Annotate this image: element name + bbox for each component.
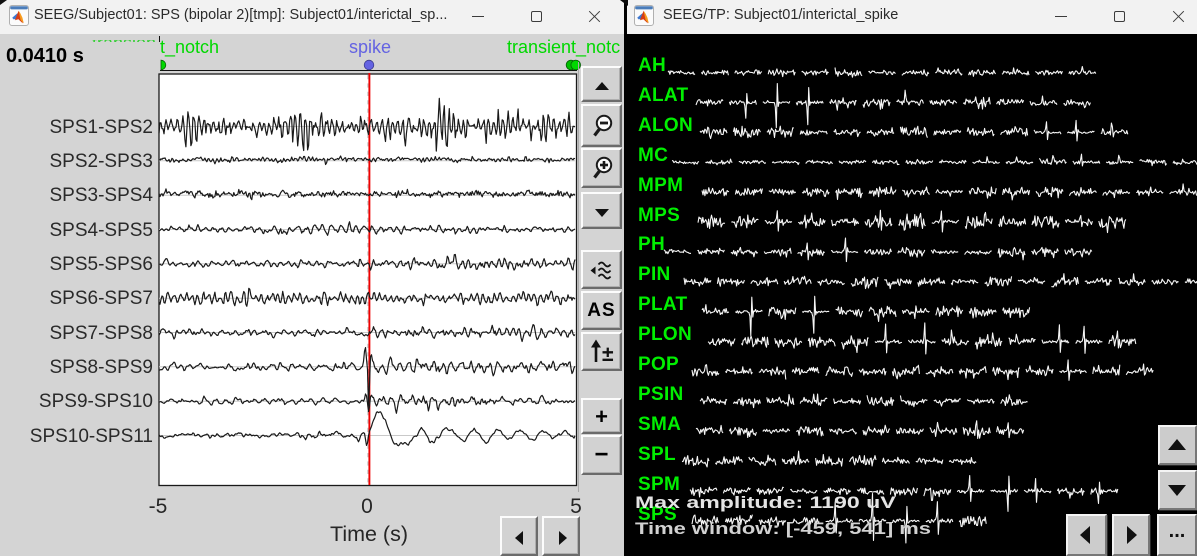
svg-text:±: ± (602, 343, 614, 366)
